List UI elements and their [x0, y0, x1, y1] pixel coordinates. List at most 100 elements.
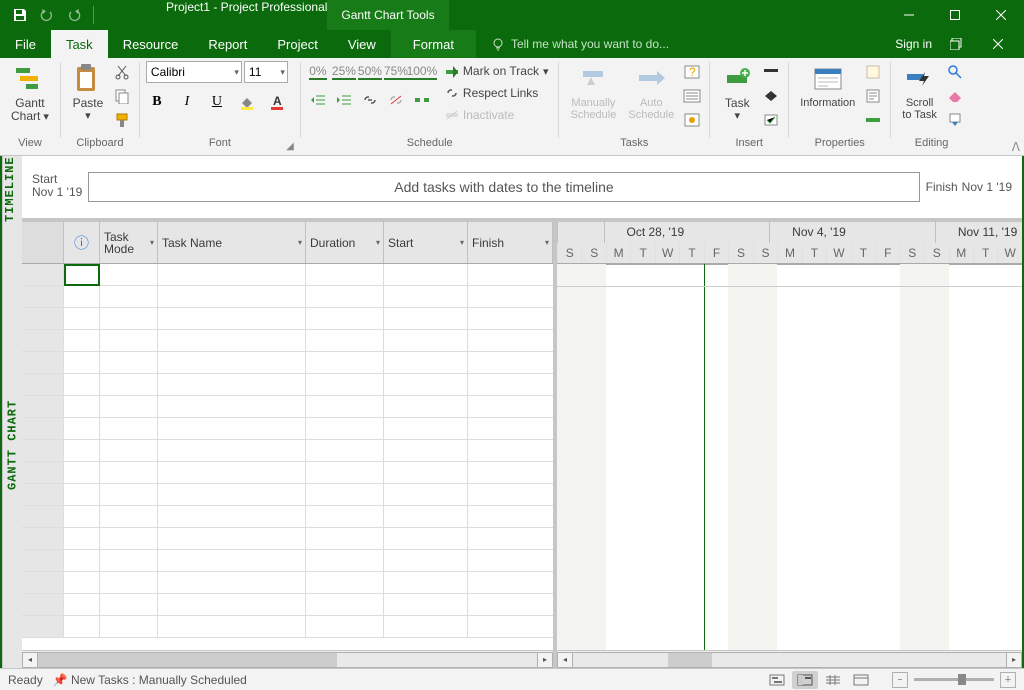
font-launcher-icon[interactable]: ◢	[283, 139, 297, 153]
timeline-bar[interactable]: Add tasks with dates to the timeline	[88, 172, 919, 202]
group-schedule-label: Schedule	[307, 137, 553, 153]
move-icon[interactable]	[681, 85, 703, 107]
bulb-icon	[491, 37, 505, 51]
notes-icon[interactable]	[862, 61, 884, 83]
split-icon[interactable]	[411, 89, 433, 111]
timeline-add-icon[interactable]	[862, 109, 884, 131]
ribbon: Gantt Chart ▾ View Paste▾ Clipboard Cali…	[0, 58, 1024, 156]
scroll-left-icon[interactable]: ◂	[22, 652, 38, 668]
pct-0-icon[interactable]: 0%	[307, 61, 329, 83]
view-shortcut-4[interactable]	[848, 671, 874, 689]
collapse-ribbon-icon[interactable]: ᐱ	[1012, 140, 1020, 154]
view-shortcut-3[interactable]	[820, 671, 846, 689]
tab-project[interactable]: Project	[262, 30, 332, 58]
format-painter-icon[interactable]	[111, 109, 133, 131]
col-taskname[interactable]: Task Name▾	[158, 222, 306, 263]
zoom-out-icon[interactable]: −	[892, 672, 908, 688]
task-insert-button[interactable]: Task▾	[716, 61, 758, 124]
week-header: Oct 28, '19	[604, 222, 770, 243]
font-family-combo[interactable]: Calibri▾	[146, 61, 242, 83]
tab-format[interactable]: Format	[391, 30, 476, 58]
scroll-right-icon[interactable]: ▸	[537, 652, 553, 668]
respect-links-button[interactable]: Respect Links	[441, 83, 553, 103]
contextual-tab-group: Gantt Chart Tools	[327, 0, 448, 30]
tab-task[interactable]: Task	[51, 30, 108, 58]
status-newtasks[interactable]: 📌 New Tasks : Manually Scheduled	[53, 673, 247, 687]
fill-down-icon[interactable]	[944, 109, 966, 131]
scroll-right-icon[interactable]: ▸	[1006, 652, 1022, 668]
save-icon[interactable]	[8, 4, 32, 26]
scroll-thumb[interactable]	[38, 653, 337, 667]
pct-100-icon[interactable]: 100%	[411, 61, 433, 83]
fill-color-button[interactable]	[236, 91, 258, 113]
week-header: Nov 4, '19	[769, 222, 935, 243]
paste-button[interactable]: Paste▾	[67, 61, 109, 124]
minimize-icon[interactable]	[886, 0, 932, 30]
group-view-label: View	[6, 137, 54, 153]
pct-25-icon[interactable]: 25%	[333, 61, 355, 83]
font-size-combo[interactable]: 11▾	[244, 61, 288, 83]
inactivate-button: Inactivate	[441, 105, 553, 125]
col-finish[interactable]: Finish▾	[468, 222, 553, 263]
right-scrollbar[interactable]: ◂ ▸	[557, 650, 1022, 668]
task-table[interactable]: ⓘ Task Mode▾ Task Name▾ Duration▾ Start▾…	[22, 222, 557, 668]
col-info[interactable]: ⓘ	[64, 222, 100, 263]
col-duration[interactable]: Duration▾	[306, 222, 384, 263]
font-color-button[interactable]: A	[266, 91, 288, 113]
link-icon[interactable]	[359, 89, 381, 111]
col-taskmode[interactable]: Task Mode▾	[100, 222, 158, 263]
tab-report[interactable]: Report	[193, 30, 262, 58]
pct-75-icon[interactable]: 75%	[385, 61, 407, 83]
sign-in[interactable]: Sign in	[895, 37, 932, 51]
unlink-icon[interactable]	[385, 89, 407, 111]
tab-resource[interactable]: Resource	[108, 30, 194, 58]
underline-button[interactable]: U	[206, 91, 228, 113]
svg-text:?: ?	[689, 65, 696, 79]
left-scrollbar[interactable]: ◂ ▸	[22, 650, 553, 668]
zoom-thumb[interactable]	[958, 674, 966, 685]
restore-window-icon[interactable]	[938, 30, 974, 58]
timeline-panel[interactable]: StartNov 1 '19 Add tasks with dates to t…	[22, 156, 1022, 222]
zoom-in-icon[interactable]: ＋	[1000, 672, 1016, 688]
statusbar: Ready 📌 New Tasks : Manually Scheduled −…	[0, 668, 1024, 690]
week-header: Nov 11, '19	[935, 222, 1022, 243]
indent-icon[interactable]	[333, 89, 355, 111]
scroll-thumb[interactable]	[668, 653, 711, 667]
redo-icon[interactable]	[62, 4, 86, 26]
information-button[interactable]: Information	[795, 61, 860, 111]
maximize-icon[interactable]	[932, 0, 978, 30]
scroll-left-icon[interactable]: ◂	[557, 652, 573, 668]
bold-button[interactable]: B	[146, 91, 168, 113]
gantt-timeline[interactable]: Oct 28, '19 Nov 4, '19 Nov 11, '19 SSMTW…	[557, 222, 1022, 668]
clear-icon[interactable]	[944, 85, 966, 107]
italic-button[interactable]: I	[176, 91, 198, 113]
undo-icon[interactable]	[35, 4, 59, 26]
tab-file[interactable]: File	[0, 30, 51, 58]
timeline-finish: FinishNov 1 '19	[926, 176, 1012, 198]
view-shortcut-2[interactable]	[792, 671, 818, 689]
scroll-to-task-button[interactable]: Scroll to Task	[897, 61, 942, 123]
copy-icon[interactable]	[111, 85, 133, 107]
pct-50-icon[interactable]: 50%	[359, 61, 381, 83]
outdent-icon[interactable]	[307, 89, 329, 111]
group-tasks-label: Tasks	[565, 137, 703, 153]
details-icon[interactable]	[862, 85, 884, 107]
tell-me[interactable]: Tell me what you want to do...	[476, 30, 669, 58]
week-header	[557, 222, 604, 243]
gantt-chart-button[interactable]: Gantt Chart ▾	[6, 61, 54, 125]
tab-view[interactable]: View	[333, 30, 391, 58]
zoom-slider[interactable]: − ＋	[892, 672, 1016, 688]
mode-icon[interactable]	[681, 109, 703, 131]
manually-schedule-button: Manually Schedule	[565, 61, 621, 123]
close-icon[interactable]	[978, 0, 1024, 30]
view-shortcut-1[interactable]	[764, 671, 790, 689]
find-icon[interactable]	[944, 61, 966, 83]
summary-icon[interactable]	[760, 61, 782, 83]
deliverable-icon[interactable]	[760, 109, 782, 131]
close-doc-icon[interactable]	[980, 30, 1016, 58]
mark-on-track-button[interactable]: Mark on Track ▾	[441, 61, 553, 81]
cut-icon[interactable]	[111, 61, 133, 83]
inspect-icon[interactable]: ?	[681, 61, 703, 83]
col-start[interactable]: Start▾	[384, 222, 468, 263]
milestone-icon[interactable]	[760, 85, 782, 107]
